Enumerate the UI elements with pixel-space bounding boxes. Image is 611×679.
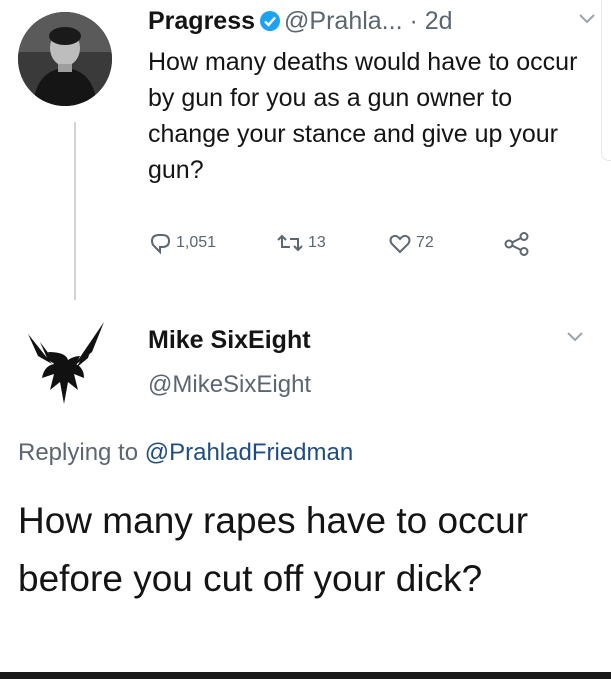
- scrollbar[interactable]: [601, 0, 611, 161]
- bottom-edge: [0, 672, 611, 679]
- tweet1-header: Pragress @Prahla... · 2d: [148, 6, 453, 39]
- retweet-icon: [277, 234, 303, 252]
- like-count: 72: [416, 234, 434, 251]
- tweet1-display-name[interactable]: Pragress: [148, 7, 255, 35]
- eagle-avatar-icon: [28, 322, 104, 404]
- tweet2-text: How many rapes have to occur before you …: [18, 500, 529, 599]
- verified-icon: [259, 9, 281, 39]
- person-photo-icon: [18, 12, 112, 106]
- chevron-down-icon[interactable]: [566, 330, 584, 348]
- retweet-button[interactable]: 13: [276, 232, 326, 254]
- replying-mention-link[interactable]: @PrahladFriedman: [145, 439, 353, 466]
- like-icon: [389, 234, 411, 254]
- tweet1-time[interactable]: · 2d: [409, 7, 452, 35]
- share-button[interactable]: [504, 232, 530, 256]
- reply-count: 1,051: [176, 234, 217, 251]
- replying-prefix: Replying to: [18, 439, 139, 466]
- retweet-count: 13: [308, 234, 326, 251]
- tweet1-text: How many deaths would have to occur by g…: [148, 48, 578, 184]
- avatar-pragress[interactable]: [18, 12, 112, 106]
- chevron-down-icon[interactable]: [578, 12, 596, 30]
- reply-icon: [150, 234, 171, 254]
- share-icon: [504, 232, 529, 256]
- like-button[interactable]: 72: [388, 232, 434, 254]
- tweet2-handle[interactable]: @MikeSixEight: [148, 370, 311, 400]
- avatar-mikesixeight[interactable]: [18, 312, 114, 412]
- tweet2-display-name[interactable]: Mike SixEight: [148, 325, 311, 355]
- reply-button[interactable]: 1,051: [148, 232, 216, 254]
- tweet1-handle[interactable]: @Prahla...: [284, 7, 402, 35]
- replying-to: Replying to @PrahladFriedman: [18, 438, 353, 468]
- thread-line: [74, 122, 76, 300]
